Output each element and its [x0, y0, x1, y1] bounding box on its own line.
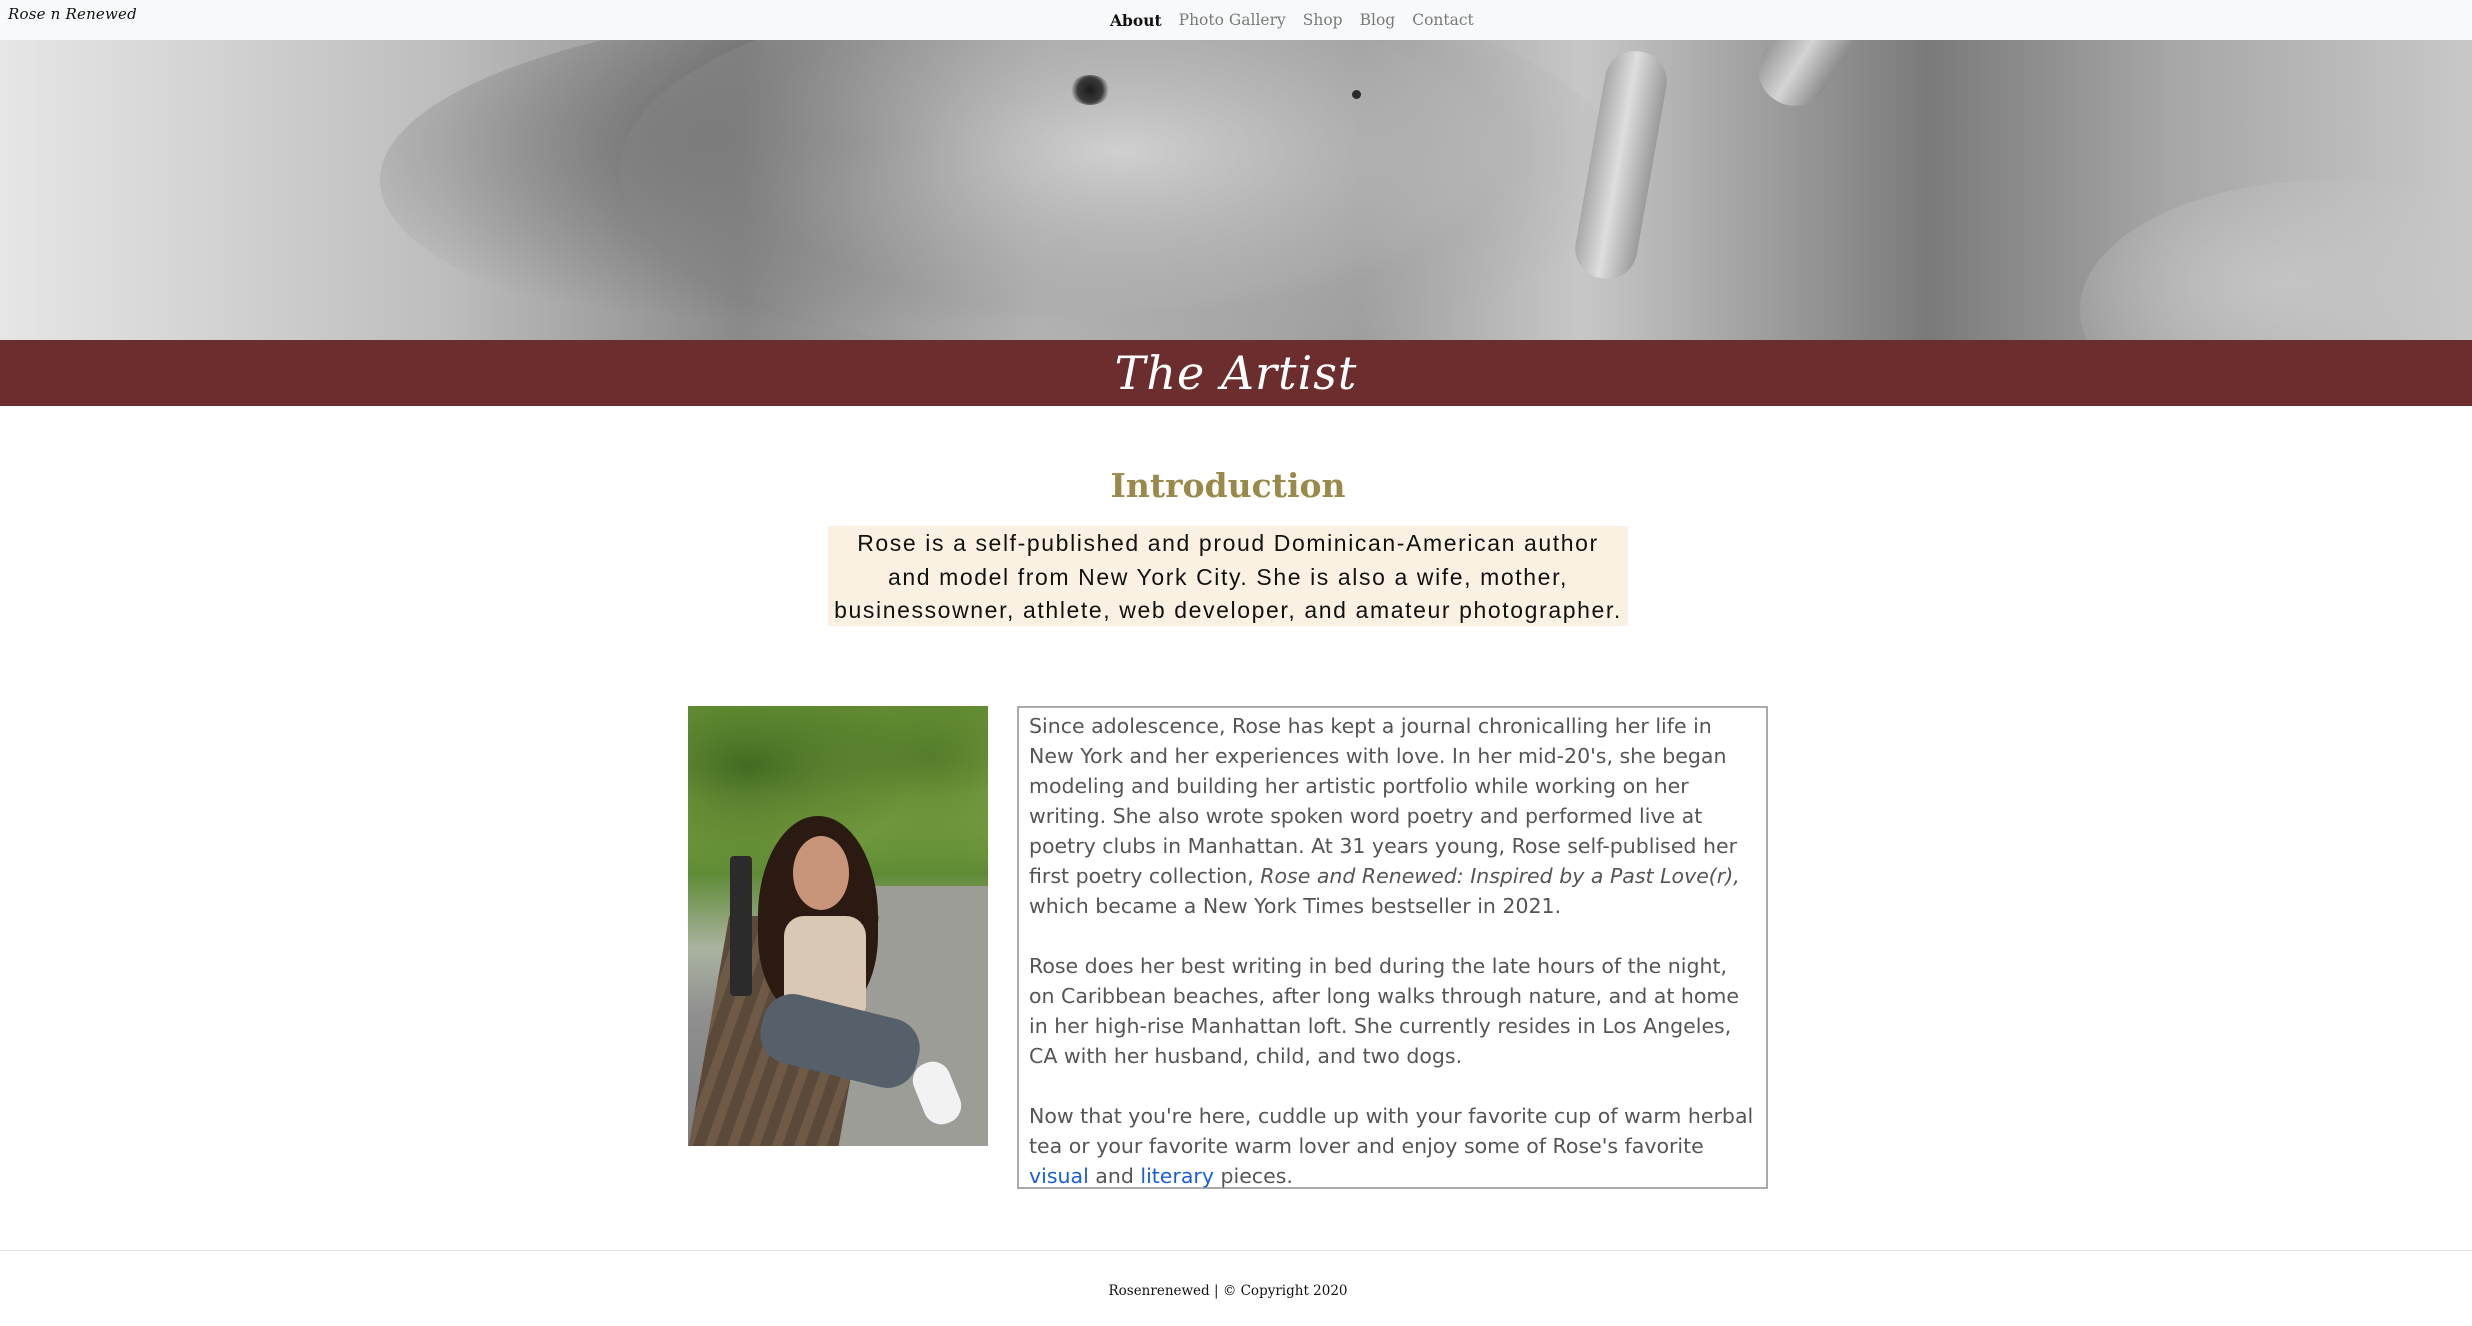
bio-text: Since adolescence, Rose has kept a journ… [1029, 714, 1737, 888]
hero-face-highlight [620, 40, 1620, 340]
nav-link-about[interactable]: About [1110, 11, 1162, 30]
page-title: The Artist [1114, 346, 1358, 400]
hero-shoulder [2080, 180, 2472, 340]
visual-link[interactable]: visual [1029, 1164, 1089, 1188]
nav-link-shop[interactable]: Shop [1303, 11, 1343, 29]
bio-text-box: Since adolescence, Rose has kept a journ… [1017, 706, 1768, 1189]
hero-eye [1070, 75, 1110, 105]
book-title: Rose and Renewed: Inspired by a Past Lov… [1260, 864, 1740, 888]
brand-logo[interactable]: Rose n Renewed [8, 5, 137, 23]
title-banner: The Artist [0, 340, 2472, 406]
nav-link-blog[interactable]: Blog [1360, 11, 1396, 29]
hero-finger [1745, 40, 1875, 119]
bio-paragraph: Rose does her best writing in bed during… [1029, 954, 1739, 1068]
introduction-box: Rose is a self-published and proud Domin… [828, 526, 1628, 626]
bio-text: Now that you're here, cuddle up with you… [1029, 1104, 1754, 1158]
top-navbar: Rose n Renewed About Photo Gallery Shop … [0, 0, 2472, 41]
artist-portrait-photo [688, 706, 988, 1146]
nav-link-photo-gallery[interactable]: Photo Gallery [1179, 11, 1286, 29]
intro-line: and model from New York City. She is als… [887, 563, 1569, 590]
nav-links: About Photo Gallery Shop Blog Contact [1110, 0, 1474, 40]
bio-paragraph: Now that you're here, cuddle up with you… [1029, 1101, 1758, 1191]
bio-text: and [1088, 1164, 1141, 1188]
nav-link-contact[interactable]: Contact [1412, 11, 1474, 29]
portrait-lamp-post [730, 856, 752, 996]
hero-image [0, 40, 2472, 340]
introduction-heading: Introduction [1110, 466, 1346, 505]
footer-divider [0, 1250, 2472, 1251]
bio-text: which became a New York Times bestseller… [1029, 894, 1562, 918]
footer-copyright: Rosenrenewed | © Copyright 2020 [1108, 1283, 1348, 1299]
portrait-face [793, 836, 849, 910]
literary-link[interactable]: literary [1140, 1164, 1214, 1188]
bio-paragraph: Since adolescence, Rose has kept a journ… [1029, 711, 1758, 921]
intro-line: Rose is a self-published and proud Domin… [857, 530, 1599, 556]
intro-line: businessowner, athlete, web developer, a… [834, 597, 1622, 623]
bio-text: pieces. [1213, 1164, 1293, 1188]
hero-mole [1352, 90, 1361, 99]
